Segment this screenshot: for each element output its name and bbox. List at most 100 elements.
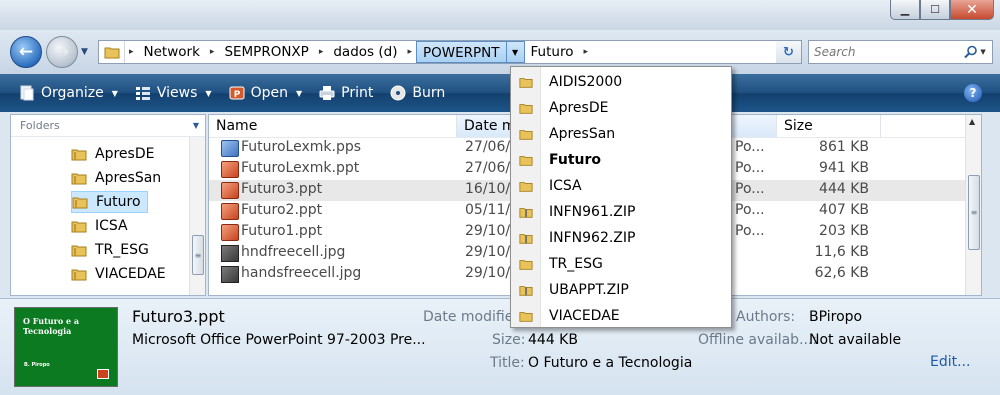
forward-button[interactable]: →: [46, 36, 78, 68]
menu-item-aidis2000[interactable]: AIDIS2000: [513, 69, 729, 95]
refresh-button[interactable]: ↻: [776, 40, 802, 64]
details-filename: Futuro3.ppt: [132, 307, 225, 326]
tree-item-apressan[interactable]: ApresSan: [71, 167, 161, 189]
open-label: Open: [250, 85, 288, 101]
folders-collapse-icon[interactable]: ▼: [193, 115, 199, 137]
edit-link[interactable]: Edit...: [930, 354, 970, 370]
file-type: Po...: [735, 139, 765, 155]
refresh-icon: ↻: [783, 44, 794, 60]
file-size: 407 KB: [819, 202, 869, 218]
breadcrumb-dropdown-menu: AIDIS2000 ApresDE ApresSan Futuro ICSA I…: [510, 66, 732, 328]
back-button[interactable]: ←: [10, 36, 42, 68]
tree-item-icsa[interactable]: ICSA: [71, 215, 128, 237]
file-date: 29/10/: [465, 265, 511, 281]
breadcrumb-dropdown-button[interactable]: ▼: [506, 41, 525, 63]
search-options-dropdown[interactable]: ▼: [980, 48, 992, 56]
tree-item-apresde[interactable]: ApresDE: [71, 143, 154, 165]
folders-header[interactable]: Folders ▼: [11, 115, 205, 137]
search-input[interactable]: [809, 45, 962, 59]
tree-item-futuro[interactable]: Futuro: [71, 191, 148, 213]
organize-label: Organize: [41, 85, 104, 101]
search-box[interactable]: ▼: [808, 40, 993, 64]
print-label: Print: [341, 85, 374, 101]
svg-text:P: P: [233, 90, 240, 100]
help-button[interactable]: ?: [964, 84, 982, 102]
views-button[interactable]: Views ▼: [126, 78, 220, 108]
close-button[interactable]: ✕: [950, 0, 994, 20]
folder-icon: [71, 242, 87, 258]
folders-scrollbar[interactable]: ≡: [189, 137, 205, 295]
print-button[interactable]: Print: [310, 78, 381, 108]
folder-icon: [99, 41, 125, 63]
burn-button[interactable]: Burn: [381, 78, 453, 108]
search-icon[interactable]: [962, 45, 980, 59]
file-size: 861 KB: [819, 139, 869, 155]
folder-icon: [513, 101, 539, 115]
title-value[interactable]: O Futuro e a Tecnologia: [528, 355, 692, 371]
file-name: FuturoLexmk.ppt: [241, 160, 360, 176]
breadcrumb-dados[interactable]: dados (d): [327, 41, 403, 63]
breadcrumb-separator-icon[interactable]: ▸: [315, 47, 328, 57]
breadcrumb-sempronxp[interactable]: SEMPRONXP: [218, 41, 314, 63]
file-date: 29/10/: [465, 244, 511, 260]
folder-icon: [513, 179, 539, 193]
forward-arrow-icon: →: [54, 42, 70, 62]
menu-item-apresde[interactable]: ApresDE: [513, 95, 729, 121]
breadcrumb-separator-icon[interactable]: ▸: [403, 47, 416, 57]
tree-item-tr-esg[interactable]: TR_ESG: [71, 239, 149, 261]
column-header-empty[interactable]: [881, 115, 967, 137]
breadcrumb-network[interactable]: Network: [138, 41, 206, 63]
menu-item-viacedae[interactable]: VIACEDAE: [513, 303, 729, 329]
menu-item-infn961-zip[interactable]: INFN961.ZIP: [513, 199, 729, 225]
authors-value[interactable]: BPiropo: [809, 309, 862, 325]
breadcrumb-futuro[interactable]: Futuro: [525, 41, 580, 63]
file-type: Po...: [735, 160, 765, 176]
scroll-up-icon[interactable]: ▲: [969, 117, 975, 126]
file-date: 16/10/: [465, 181, 511, 197]
thumbnail-footer: B. Piropo: [24, 362, 50, 368]
menu-item-tr-esg[interactable]: TR_ESG: [513, 251, 729, 277]
breadcrumb-powerpnt[interactable]: POWERPNT: [416, 41, 507, 63]
address-bar[interactable]: ▸ Network ▸ SEMPRONXP ▸ dados (d) ▸ POWE…: [98, 40, 802, 64]
minimize-button[interactable]: ▁: [890, 0, 920, 20]
burn-label: Burn: [412, 85, 446, 101]
ppt-file-icon: [221, 203, 239, 220]
file-size: 11,6 KB: [814, 244, 869, 260]
zip-folder-icon: [513, 283, 539, 297]
help-icon: ?: [969, 86, 977, 100]
organize-button[interactable]: Organize ▼: [10, 78, 126, 108]
title-bar: ▁ ☐ ✕: [0, 0, 1000, 30]
tree-item-viacedae[interactable]: VIACEDAE: [71, 263, 166, 285]
size-label: Size:: [492, 332, 526, 348]
pps-file-icon: [221, 140, 239, 157]
folder-icon: [71, 170, 87, 186]
size-value: 444 KB: [528, 332, 578, 348]
recent-pages-dropdown[interactable]: ▼: [81, 47, 88, 57]
scrollbar-thumb[interactable]: ≡: [192, 235, 204, 275]
tree-item-label: TR_ESG: [95, 242, 149, 258]
folder-icon: [513, 127, 539, 141]
scrollbar-thumb[interactable]: ≡: [968, 175, 980, 250]
file-date: 27/06/: [465, 160, 511, 176]
menu-item-icsa[interactable]: ICSA: [513, 173, 729, 199]
title-label: Title:: [490, 355, 525, 371]
breadcrumb-separator-icon[interactable]: ▸: [125, 47, 138, 57]
breadcrumb-separator-icon[interactable]: ▸: [579, 47, 592, 57]
column-header-name[interactable]: Name: [209, 115, 457, 137]
tree-item-label: Futuro: [96, 194, 141, 210]
menu-item-label: TR_ESG: [549, 256, 603, 272]
menu-item-apressan[interactable]: ApresSan: [513, 121, 729, 147]
folder-icon: [71, 218, 87, 234]
maximize-button[interactable]: ☐: [920, 0, 950, 20]
tree-item-label: ICSA: [95, 218, 128, 234]
thumbnail-title: O Futuro e a Tecnologia: [23, 316, 80, 336]
command-toolbar: Organize ▼ Views ▼ P Open ▼ Print Burn ?: [0, 74, 1000, 112]
open-button[interactable]: P Open ▼: [220, 78, 311, 108]
column-header-size[interactable]: Size: [777, 115, 881, 137]
file-list-scrollbar[interactable]: ▲ ≡: [965, 115, 981, 295]
menu-item-ubappt-zip[interactable]: UBAPPT.ZIP: [513, 277, 729, 303]
folder-icon: [513, 309, 539, 323]
breadcrumb-separator-icon[interactable]: ▸: [206, 47, 219, 57]
menu-item-futuro[interactable]: Futuro: [513, 147, 729, 173]
menu-item-infn962-zip[interactable]: INFN962.ZIP: [513, 225, 729, 251]
